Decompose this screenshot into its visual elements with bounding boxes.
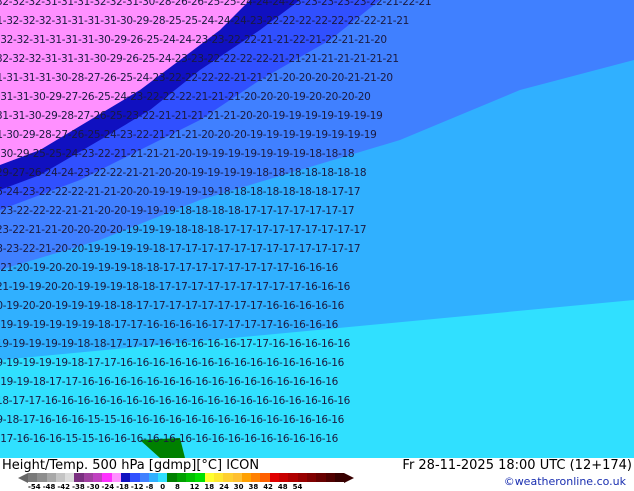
legend-swatch xyxy=(186,473,196,482)
legend-swatch xyxy=(241,473,252,482)
contour-label-row: 18-17-16-16-16-15-15-16-16-16-16-16-16-1… xyxy=(0,433,339,445)
legend-swatch xyxy=(65,473,75,482)
legend-swatch xyxy=(306,473,317,482)
contour-label-row: 21-19-19-20-20-19-19-19-18-18-17-17-17-1… xyxy=(0,281,351,293)
contour-label-row: 18-17-17-16-16-16-16-16-16-16-16-16-16-1… xyxy=(0,395,351,407)
contour-label-row: 31-31-31-31-30-28-27-26-25-24-23-22-22-2… xyxy=(0,72,393,84)
legend-swatch xyxy=(93,473,103,482)
contour-label-row: 24-23-22-22-22-21-21-20-20-19-19-19-18-1… xyxy=(0,205,355,217)
contour-label-row: 19-19-19-19-19-19-19-18-17-17-16-16-16-1… xyxy=(0,319,339,331)
legend-swatch xyxy=(288,473,298,482)
contour-label-row: 25-24-23-22-22-22-21-21-20-20-19-19-19-1… xyxy=(0,186,361,198)
contour-label-row: 29-27-26-24-24-23-22-22-21-21-20-20-19-1… xyxy=(0,167,367,179)
legend-swatch xyxy=(195,473,205,482)
legend-swatch xyxy=(334,473,345,482)
contour-label-row: 30-30-29-25-25-24-23-22-21-21-21-21-20-1… xyxy=(0,148,355,160)
legend-swatch xyxy=(204,473,214,482)
legend-swatch xyxy=(316,473,326,482)
legend-swatch xyxy=(83,473,94,482)
legend-swatch xyxy=(269,473,280,482)
legend-swatch xyxy=(74,473,84,482)
legend-swatch xyxy=(46,473,56,482)
legend-swatch xyxy=(130,473,140,482)
contour-label-row: 23-23-22-21-20-20-19-19-19-19-18-17-17-1… xyxy=(0,243,361,255)
contour-label-row: 19-19-19-19-19-18-18-17-17-17-16-16-16-1… xyxy=(0,338,351,350)
contour-label-row: 31-31-30-29-28-27-26-25-23-22-21-21-21-2… xyxy=(0,110,383,122)
weather-map: 32-32-32-31-31-31-32-32-31-30-28-26-26-2… xyxy=(0,0,634,458)
legend-swatch xyxy=(148,473,159,482)
legend-swatch xyxy=(102,473,112,482)
contour-label-row: 19-18-17-16-16-16-15-15-16-16-16-16-16-1… xyxy=(0,414,345,426)
contour-label-row: 31-32-32-31-31-31-31-30-29-26-25-24-24-2… xyxy=(0,34,387,46)
legend-swatch xyxy=(120,473,131,482)
map-datetime: Fr 28-11-2025 18:00 UTC (12+174) xyxy=(402,458,632,473)
legend-swatch xyxy=(232,473,242,482)
footer: Height/Temp. 500 hPa [gdmp][°C] ICON Fr … xyxy=(0,458,634,491)
legend-arrow-right xyxy=(344,472,355,483)
legend-swatch xyxy=(111,473,121,482)
legend-swatch xyxy=(279,473,289,482)
legend-swatch xyxy=(139,473,149,482)
contour-label-row: 31-31-31-30-29-27-26-25-24-23-22-22-22-2… xyxy=(0,91,371,103)
contour-label-row: 22-21-20-19-20-20-19-19-19-18-18-17-17-1… xyxy=(0,262,339,274)
legend-swatch xyxy=(260,473,270,482)
contour-label-row: 32-32-32-31-31-31-30-29-26-25-24-23-23-2… xyxy=(0,53,399,65)
legend-swatch xyxy=(297,473,307,482)
contour-label-row: 31-30-29-28-27-26-25-24-23-22-21-21-21-2… xyxy=(0,129,377,141)
legend-swatch xyxy=(251,473,261,482)
legend-swatch xyxy=(223,473,233,482)
legend-swatch xyxy=(213,473,224,482)
contour-label-row: 23-22-21-21-20-20-20-20-19-19-19-18-18-1… xyxy=(0,224,367,236)
legend-arrow-left xyxy=(18,472,28,483)
legend-swatch xyxy=(167,473,177,482)
credit-link[interactable]: ©weatheronline.co.uk xyxy=(504,475,626,488)
contour-label-row: 19-19-19-18-17-17-16-16-16-16-16-16-16-1… xyxy=(0,376,339,388)
legend-swatch xyxy=(37,473,47,482)
legend-swatch xyxy=(55,473,66,482)
contour-label-row: 20-19-20-20-19-19-19-18-18-17-17-17-17-1… xyxy=(0,300,345,312)
legend-swatch xyxy=(28,473,38,482)
legend-swatch xyxy=(158,473,168,482)
contour-label-row: 31-32-32-32-31-31-31-31-30-29-28-25-25-2… xyxy=(0,15,410,27)
map-title: Height/Temp. 500 hPa [gdmp][°C] ICON xyxy=(2,458,260,473)
legend-swatch xyxy=(325,473,335,482)
contour-label-row: 32-32-32-31-31-31-32-32-31-30-28-26-26-2… xyxy=(0,0,432,8)
contour-label-row: 19-19-19-19-19-18-17-17-16-16-16-16-16-1… xyxy=(0,357,345,369)
color-legend xyxy=(18,472,355,483)
legend-swatch xyxy=(176,473,187,482)
